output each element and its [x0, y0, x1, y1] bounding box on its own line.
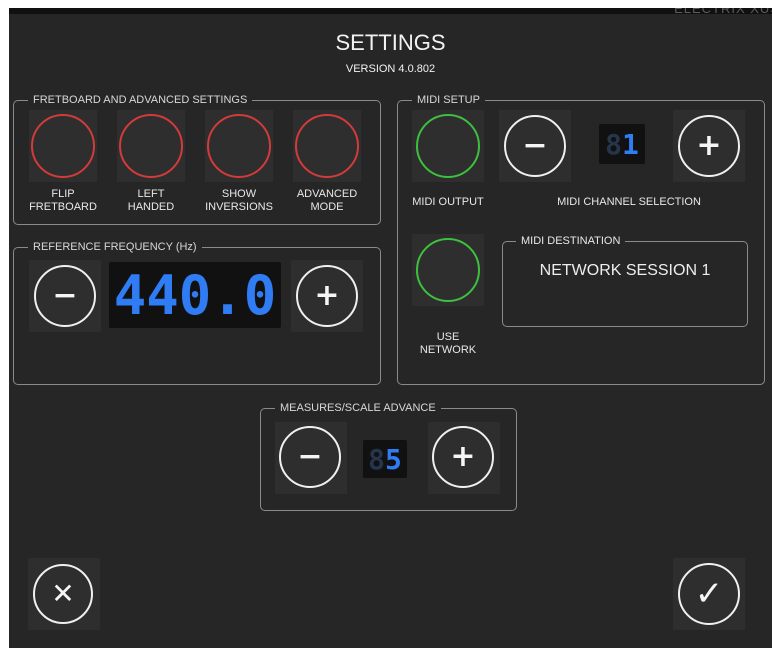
plus-icon: + [678, 115, 740, 177]
corner-title: ELECTRIX XUS [674, 8, 772, 16]
reference-frequency-legend: REFERENCE FREQUENCY (Hz) [33, 241, 197, 253]
cancel-button[interactable]: ✕ [28, 558, 100, 630]
minus-icon: − [279, 426, 341, 488]
midi-output-toggle[interactable] [412, 110, 484, 182]
reference-frequency-value: 440.0 [113, 263, 277, 327]
left-handed-toggle[interactable] [117, 110, 185, 182]
show-inversions-label: SHOW INVERSIONS [205, 188, 273, 213]
close-icon: ✕ [33, 564, 93, 624]
toggle-ring-icon [416, 114, 480, 178]
toggle-ring-icon [295, 114, 359, 178]
use-network-toggle[interactable] [412, 234, 484, 306]
midi-destination-box[interactable] [502, 241, 748, 327]
measures-scale-advance-legend: MEASURES/SCALE ADVANCE [280, 402, 436, 414]
advanced-mode-label: ADVANCED MODE [296, 188, 358, 213]
midi-setup-legend: MIDI SETUP [417, 94, 480, 106]
measures-value: 5 [385, 442, 402, 476]
version-label: VERSION 4.0.802 [345, 63, 436, 75]
measures-display: 85 [363, 440, 407, 478]
checkmark-icon: ✓ [678, 563, 740, 625]
ghost-digit: 8 [368, 442, 385, 476]
reference-minus-button[interactable]: − [29, 260, 101, 332]
midi-channel-plus-button[interactable]: + [673, 110, 745, 182]
midi-channel-selection-label: MIDI CHANNEL SELECTION [557, 196, 701, 208]
plus-icon: + [432, 426, 494, 488]
reference-plus-button[interactable]: + [291, 260, 363, 332]
use-network-label: USE NETWORK [419, 331, 477, 356]
advanced-mode-toggle[interactable] [293, 110, 361, 182]
toggle-ring-icon [31, 114, 95, 178]
flip-fretboard-toggle[interactable] [29, 110, 97, 182]
measures-minus-button[interactable]: − [275, 422, 347, 494]
midi-destination-value: NETWORK SESSION 1 [539, 262, 711, 279]
midi-channel-value: 1 [622, 127, 639, 161]
midi-destination-legend: MIDI DESTINATION [516, 235, 626, 248]
confirm-button[interactable]: ✓ [673, 558, 745, 630]
toggle-ring-icon [119, 114, 183, 178]
midi-channel-minus-button[interactable]: − [499, 110, 571, 182]
plus-icon: + [296, 265, 358, 327]
measures-plus-button[interactable]: + [428, 422, 500, 494]
top-band [9, 8, 772, 14]
left-handed-label: LEFT HANDED [127, 188, 175, 213]
midi-channel-display: 81 [599, 124, 645, 164]
ghost-digit: 8 [605, 127, 622, 161]
page-title: SETTINGS [335, 30, 446, 55]
flip-fretboard-label: FLIP FRETBOARD [29, 188, 97, 213]
midi-output-label: MIDI OUTPUT [412, 196, 484, 208]
minus-icon: − [34, 265, 96, 327]
toggle-ring-icon [416, 238, 480, 302]
toggle-ring-icon [207, 114, 271, 178]
minus-icon: − [504, 115, 566, 177]
reference-frequency-display: 440.0 [109, 262, 281, 328]
show-inversions-toggle[interactable] [205, 110, 273, 182]
settings-panel: ELECTRIX XUS SETTINGS VERSION 4.0.802 FR… [9, 8, 772, 648]
fretboard-settings-legend: FRETBOARD AND ADVANCED SETTINGS [33, 94, 248, 106]
